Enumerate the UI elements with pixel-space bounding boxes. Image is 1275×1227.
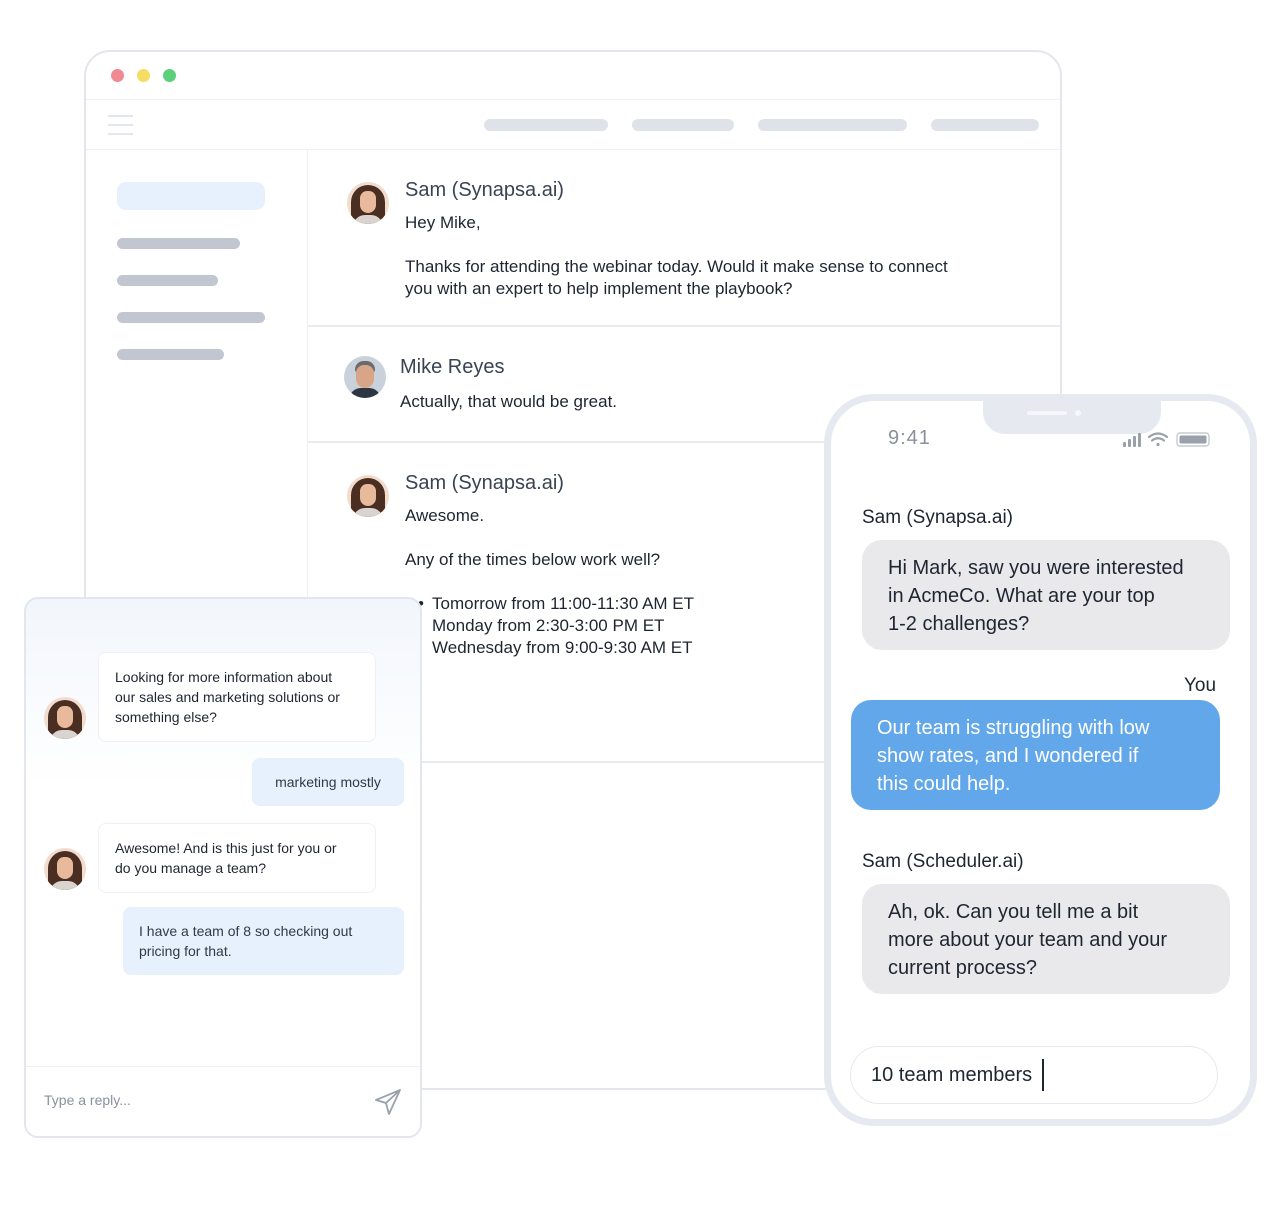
nav-link-placeholder[interactable]: [632, 119, 734, 131]
reply-bar: [26, 1066, 420, 1136]
user-message-bubble: I have a team of 8 so checking out prici…: [123, 907, 404, 975]
bot-message-bubble: Awesome! And is this just for you or do …: [98, 823, 376, 893]
paper-plane-icon[interactable]: [373, 1087, 403, 1117]
message-author: Mike Reyes: [400, 356, 505, 378]
time-option[interactable]: Tomorrow from 11:00-11:30 AM ET: [418, 593, 694, 615]
message-body-line: you with an expert to help implement the…: [405, 279, 793, 298]
message-greeting: Awesome.: [405, 506, 485, 525]
thread-message: Sam (Synapsa.ai) Hey Mike, Thanks for at…: [308, 150, 1060, 327]
message-body-line: Thanks for attending the webinar today. …: [405, 257, 948, 276]
message-input[interactable]: [850, 1046, 1218, 1104]
bot-avatar: [44, 848, 86, 890]
bot-message-bubble: Hi Mark, saw you were interested in Acme…: [862, 540, 1230, 650]
bot-message-bubble: Ah, ok. Can you tell me a bit more about…: [862, 884, 1230, 994]
nav-link-placeholder[interactable]: [484, 119, 608, 131]
user-message-bubble: marketing mostly: [252, 758, 404, 806]
bot-name-label: Sam (Synapsa.ai): [862, 507, 1014, 528]
time-option[interactable]: Wednesday from 9:00-9:30 AM ET: [432, 637, 694, 659]
sidebar-item-active[interactable]: [117, 182, 265, 210]
bot-name-label: Sam (Scheduler.ai): [862, 851, 1024, 872]
message-author: Sam (Synapsa.ai): [405, 179, 564, 201]
status-time: 9:41: [888, 427, 931, 449]
avatar: [344, 356, 386, 398]
sidebar-item-placeholder[interactable]: [117, 312, 265, 323]
time-options-list: Tomorrow from 11:00-11:30 AM ET Monday f…: [418, 593, 694, 659]
bot-avatar: [44, 697, 86, 739]
text-cursor: [1042, 1059, 1044, 1091]
status-bar-icons: [1123, 432, 1210, 447]
message-question: Any of the times below work well?: [405, 550, 661, 569]
wifi-icon: [1147, 432, 1169, 447]
battery-icon: [1176, 432, 1210, 447]
phone-notch: [983, 401, 1161, 434]
you-label: You: [1184, 675, 1217, 696]
message-author: Sam (Synapsa.ai): [405, 472, 564, 494]
close-window-dot[interactable]: [111, 69, 124, 82]
window-titlebar: [86, 52, 1060, 100]
hamburger-menu-icon[interactable]: [108, 115, 133, 135]
nav-link-placeholder[interactable]: [931, 119, 1039, 131]
avatar: [347, 475, 389, 517]
sidebar-item-placeholder[interactable]: [117, 349, 224, 360]
signal-icon: [1123, 433, 1141, 447]
bot-message-bubble: Looking for more information about our s…: [98, 652, 376, 742]
avatar: [347, 182, 389, 224]
message-greeting: Hey Mike,: [405, 213, 481, 232]
phone-mockup: 9:41 Sam (Synapsa.ai) Hi Mark, saw you w…: [824, 394, 1257, 1126]
minimize-window-dot[interactable]: [137, 69, 150, 82]
sidebar-item-placeholder[interactable]: [117, 238, 240, 249]
sidebar-item-placeholder[interactable]: [117, 275, 218, 286]
user-message-bubble: Our team is struggling with low show rat…: [851, 700, 1220, 810]
top-navbar: [86, 100, 1060, 150]
message-body: Actually, that would be great.: [400, 392, 618, 411]
chat-widget: Looking for more information about our s…: [24, 597, 422, 1138]
maximize-window-dot[interactable]: [163, 69, 176, 82]
nav-link-placeholder[interactable]: [758, 119, 907, 131]
reply-input[interactable]: [44, 1092, 344, 1108]
time-option[interactable]: Monday from 2:30-3:00 PM ET: [432, 615, 694, 637]
